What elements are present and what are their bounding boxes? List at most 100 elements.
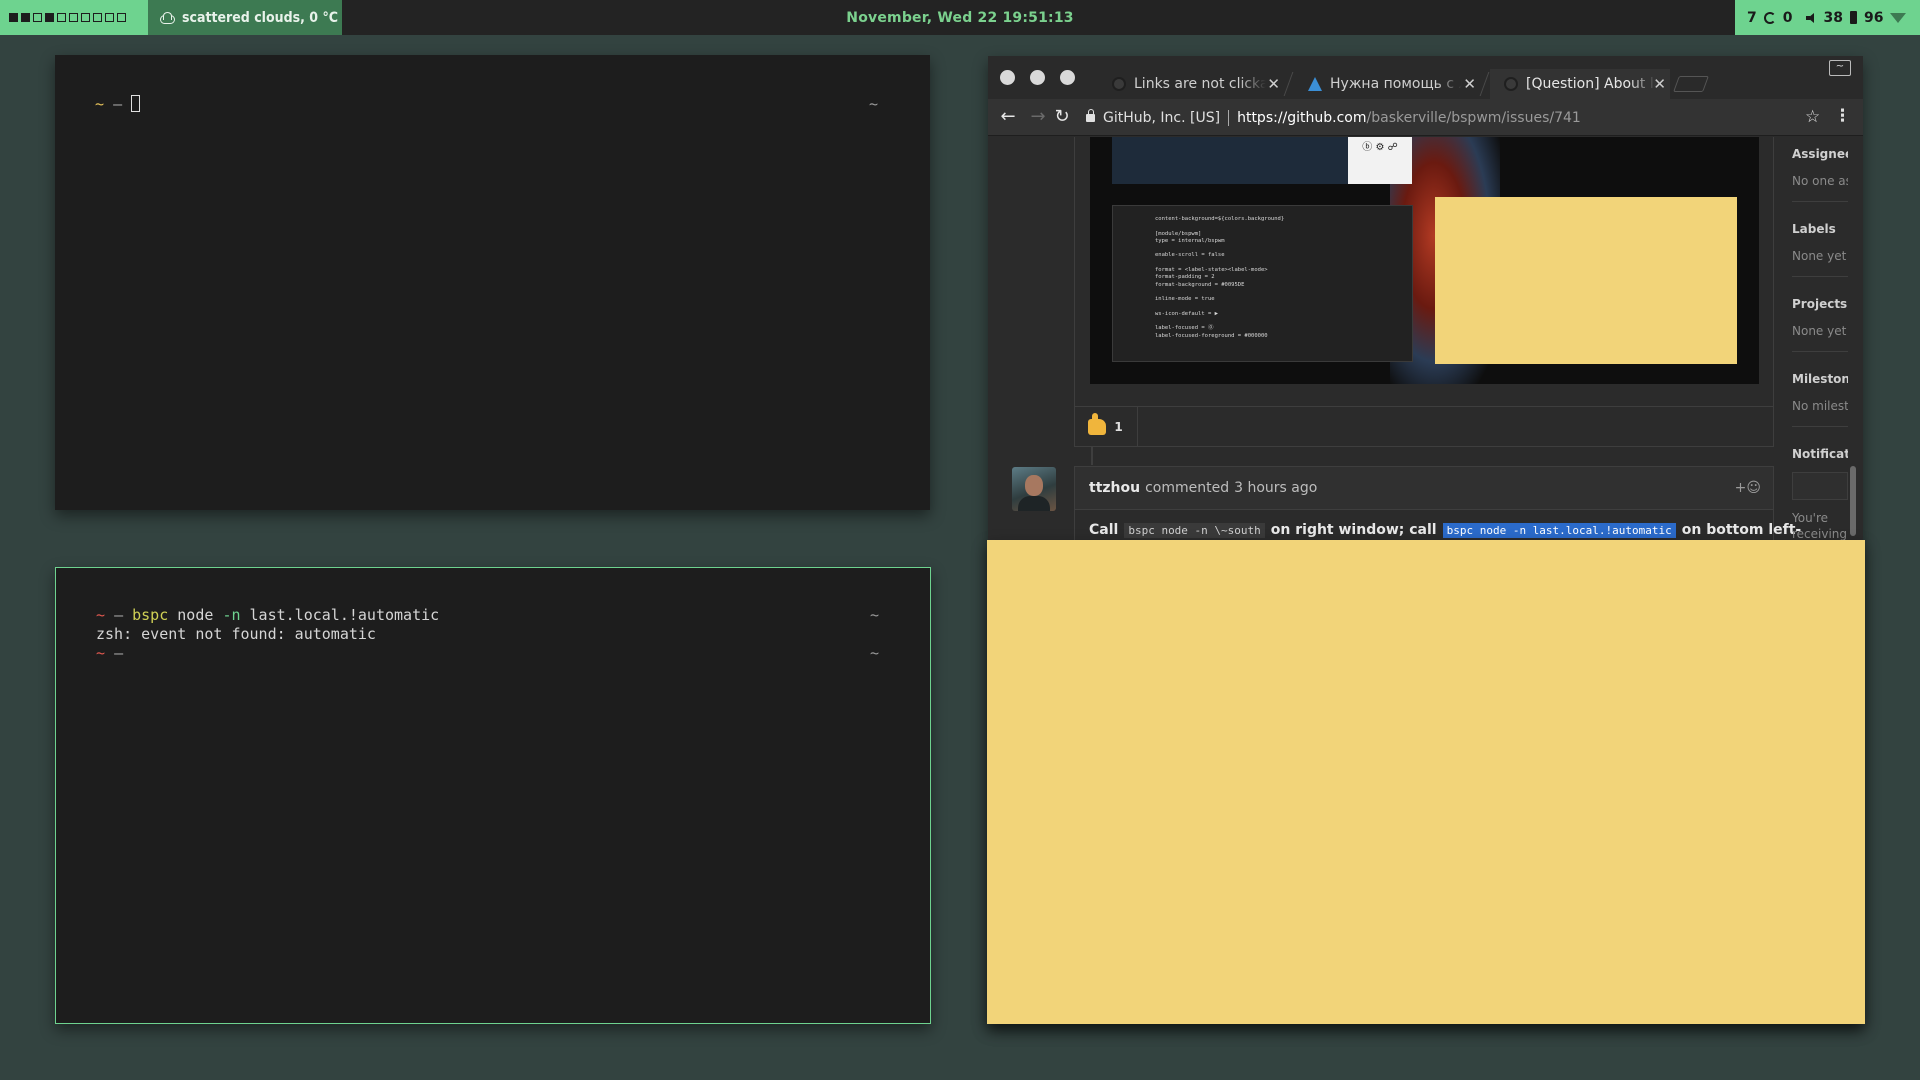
window-mode-button[interactable]: ~ <box>1829 60 1851 76</box>
notifications-text: You're receiving notifications because <box>1792 511 1848 544</box>
divider <box>1228 109 1230 126</box>
assignees-heading[interactable]: Assignees <box>1792 147 1848 161</box>
right-prompt-marker: ~ <box>870 644 880 662</box>
url-path: /baskerville/bspwm/issues/741 <box>1366 109 1581 126</box>
divider <box>1792 426 1848 427</box>
close-icon[interactable]: ✕ <box>1653 75 1666 93</box>
cloud-icon <box>158 12 175 24</box>
workspace-1[interactable] <box>9 13 18 22</box>
toolbar: ← → ↻ GitHub, Inc. [US] https://github.c… <box>988 99 1863 136</box>
prompt-dash: – <box>114 644 124 662</box>
window-minimize-dot[interactable] <box>1030 70 1045 85</box>
comment-body: Call bspc node -n \~south on right windo… <box>1089 522 1801 538</box>
divider <box>1792 276 1848 277</box>
workspace-10[interactable] <box>117 13 126 22</box>
text-cursor <box>131 95 141 112</box>
sync-icon <box>1763 11 1776 24</box>
timeline-connector <box>1091 447 1093 465</box>
comment-header: ttzhou commented 3 hours ago +☺ <box>1075 467 1773 510</box>
avatar[interactable] <box>1012 467 1056 511</box>
forward-arrow-icon[interactable]: → <box>1028 107 1048 127</box>
thumbs-up-icon <box>1088 413 1107 435</box>
workspace-indicator <box>0 0 148 35</box>
github-icon <box>1112 77 1126 91</box>
close-icon[interactable]: ✕ <box>1267 75 1280 93</box>
prompt-tilde: ~ <box>95 95 105 113</box>
comment-time[interactable]: 3 hours ago <box>1234 480 1317 496</box>
embedded-yellow-window <box>1435 197 1737 364</box>
divider <box>1792 351 1848 352</box>
tab-links-not-clickable[interactable]: Links are not clickable ✕ <box>1098 69 1284 99</box>
labels-heading[interactable]: Labels <box>1792 222 1848 236</box>
command-arg: last.local.!automatic <box>240 606 440 624</box>
battery-icon <box>1849 11 1857 24</box>
window-maximize-dot[interactable] <box>1060 70 1075 85</box>
tab-question-about-layouts[interactable]: [Question] About layouts ✕ <box>1490 69 1670 99</box>
workspace-9[interactable] <box>105 13 114 22</box>
yellow-floating-window[interactable] <box>987 540 1865 1024</box>
notifications-heading: Notifications <box>1792 447 1848 461</box>
reaction-bar: 1 <box>1074 406 1774 447</box>
tab-separator <box>1479 72 1490 96</box>
prompt-tilde: ~ <box>96 644 106 662</box>
sync-count: 0 <box>1782 9 1793 26</box>
comment-author[interactable]: ttzhou <box>1089 480 1140 496</box>
comment-text: on bottom left- <box>1681 522 1802 538</box>
close-icon[interactable]: ✕ <box>1463 75 1476 93</box>
assignees-value: No one assigned <box>1792 174 1848 188</box>
right-prompt-marker: ~ <box>870 606 880 624</box>
workspace-6[interactable] <box>69 13 78 22</box>
inline-code: bspc node -n \~south <box>1124 522 1265 538</box>
comment-text: on right window; call <box>1270 522 1437 538</box>
url-host: https://github.com <box>1237 109 1367 126</box>
tab-separator <box>1283 72 1294 96</box>
wifi-icon[interactable] <box>1890 12 1907 23</box>
milestone-heading[interactable]: Milestone <box>1792 372 1848 386</box>
projects-heading[interactable]: Projects <box>1792 297 1848 311</box>
right-prompt-marker: ~ <box>869 95 879 113</box>
terminal-window-top[interactable]: ~ – ~ <box>55 55 930 510</box>
security-label[interactable]: GitHub, Inc. [US] <box>1103 110 1220 126</box>
status-bar: scattered clouds, 0 °C November, Wed 22 … <box>0 0 1920 35</box>
lock-icon <box>1086 108 1095 122</box>
comment-action: commented <box>1145 480 1230 496</box>
embedded-icons-panel: ⓑ ⚙ ☍ <box>1348 137 1412 184</box>
workspace-8[interactable] <box>93 13 102 22</box>
window-close-dot[interactable] <box>1000 70 1015 85</box>
subscribe-button[interactable] <box>1792 472 1848 500</box>
divider <box>1792 201 1848 202</box>
prompt-line: ~ – <box>96 644 123 663</box>
prompt-line: ~ – <box>95 95 141 114</box>
system-status: 7 0 38 96 <box>1735 0 1920 35</box>
comment-text: Call <box>1089 522 1119 538</box>
terminal-window-bottom[interactable]: ~ – bspc node -n last.local.!automatic ~… <box>55 567 931 1024</box>
volume-level: 38 <box>1823 9 1843 26</box>
tab-title: Нужна помощь с ломом <box>1330 76 1462 92</box>
prompt-dash: – <box>113 95 123 113</box>
bookmark-star-icon[interactable]: ☆ <box>1805 107 1820 127</box>
new-tab-button[interactable] <box>1673 76 1709 92</box>
volume-icon[interactable] <box>1805 12 1817 23</box>
workspace-2[interactable] <box>21 13 30 22</box>
command-name: bspc <box>132 606 169 624</box>
reload-icon[interactable]: ↻ <box>1052 107 1072 127</box>
add-reaction-icon[interactable]: +☺ <box>1735 480 1761 496</box>
arch-icon <box>1308 77 1322 91</box>
workspace-3[interactable] <box>33 13 42 22</box>
battery-level: 96 <box>1863 9 1884 26</box>
labels-value: None yet <box>1792 249 1847 263</box>
address-bar[interactable]: GitHub, Inc. [US] https://github.com/bas… <box>1086 104 1776 131</box>
workspace-5[interactable] <box>57 13 66 22</box>
thumbs-up-reaction[interactable]: 1 <box>1074 407 1138 447</box>
tab-help-request[interactable]: Нужна помощь с ломом ✕ <box>1294 69 1480 99</box>
inline-code-selected: bspc node -n last.local.!automatic <box>1442 522 1676 538</box>
workspace-7[interactable] <box>81 13 90 22</box>
prompt-dash: – <box>114 606 124 624</box>
workspace-4[interactable] <box>45 13 54 22</box>
back-arrow-icon[interactable]: ← <box>998 107 1018 127</box>
weather-text: scattered clouds, 0 °C <box>182 9 338 26</box>
embedded-code-editor: content-background=${colors.background} … <box>1112 205 1413 362</box>
embedded-screenshot: ⓑ ⚙ ☍ content-background=${colors.backgr… <box>1090 137 1759 384</box>
scrollbar-thumb[interactable] <box>1850 466 1856 536</box>
menu-kebab-icon[interactable]: ⋮ <box>1834 106 1851 126</box>
